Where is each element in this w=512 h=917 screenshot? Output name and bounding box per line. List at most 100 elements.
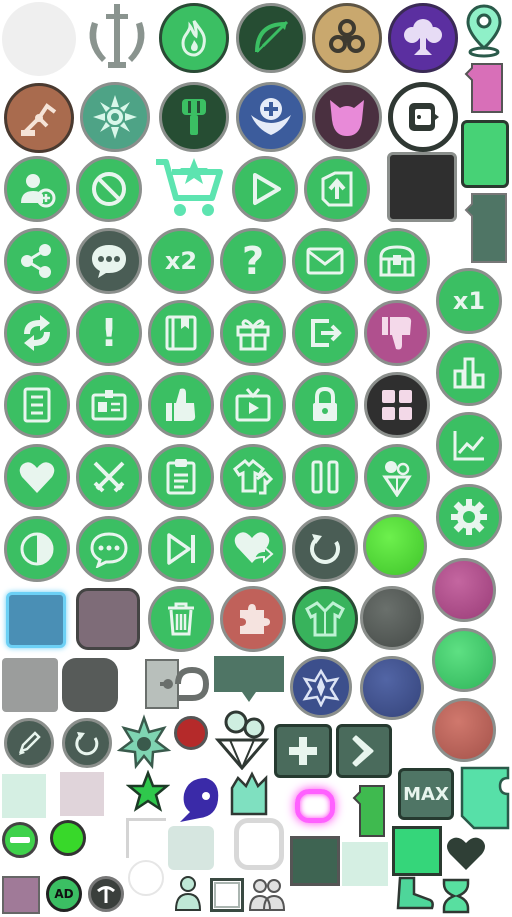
mauve-square-tile [76,588,140,650]
reset-icon[interactable] [292,516,358,582]
add-plus-button[interactable] [274,724,332,778]
shirt-icon[interactable] [292,586,358,652]
map-pin-icon [462,2,506,58]
red-record-dot [174,716,208,750]
shield-cross-icon[interactable] [236,82,306,152]
friends-group-icon [248,874,286,914]
robot-arm-icon[interactable] [4,83,74,153]
ad-badge-icon: AD [46,876,82,912]
mint-square-tile [2,774,46,818]
message-icon[interactable] [76,516,142,582]
pause-icon[interactable] [292,444,358,510]
edit-pencil-icon[interactable] [4,718,54,768]
boot-icon [392,876,436,914]
help-icon[interactable]: ? [220,228,286,294]
thumbs-down-icon[interactable] [364,300,430,366]
task-list-icon[interactable] [4,372,70,438]
dark-square-panel [387,152,457,222]
lock-icon[interactable] [292,372,358,438]
green-star-icon [126,770,170,814]
clipboard-icon[interactable] [148,444,214,510]
crossed-swords-icon[interactable] [76,444,142,510]
chat-bubble-icon[interactable] [76,228,142,294]
gray-square-tile [2,658,58,712]
heart-icon[interactable] [4,444,70,510]
fire-icon[interactable] [159,3,229,73]
journal-book-icon[interactable] [148,300,214,366]
share-heart-icon[interactable] [220,516,286,582]
upgrade-arrow-icon[interactable] [304,156,370,222]
leaderboard-icon[interactable] [436,340,502,406]
undo-icon[interactable] [62,718,112,768]
dark-heart-icon [444,834,488,874]
gift-icon[interactable] [220,300,286,366]
line-chart-icon[interactable] [436,412,502,478]
sword-laurel-icon [80,0,154,76]
max-label: MAX [403,783,449,805]
guild-members-icon [170,874,206,914]
dark-gray-orb [360,586,424,650]
team-gem-icon[interactable] [364,444,430,510]
hourglass-icon [440,878,472,914]
pink-tooltip-tab [462,60,506,116]
trash-icon[interactable] [148,586,214,652]
shopping-cart-star-icon[interactable] [152,154,228,220]
alert-icon[interactable]: ! [76,300,142,366]
outfit-swap-icon[interactable] [220,444,286,510]
exit-door-icon[interactable] [388,82,458,152]
tree-icon[interactable] [388,3,458,73]
puzzle-icon[interactable] [220,586,286,652]
mail-icon[interactable] [292,228,358,294]
crown-tab-icon [228,770,270,818]
green-orb-2 [432,628,496,692]
logout-icon[interactable] [292,300,358,366]
sheriff-star-badge-icon [116,714,172,770]
pale-mint-tile [168,826,214,870]
play-icon[interactable] [232,156,298,222]
pickaxe-icon[interactable] [88,876,124,912]
tv-video-icon[interactable] [220,372,286,438]
mint-banner-tab [460,766,510,830]
treasure-chest-icon[interactable] [364,228,430,294]
x2-speed-button[interactable]: x2 [148,228,214,294]
padlock-tag-icon [142,654,210,714]
pink-orb [432,558,496,622]
blank-circle [2,2,76,76]
sun-emblem-icon[interactable] [80,82,150,152]
block-icon[interactable] [76,156,142,222]
blue-orb [360,656,424,720]
pie-chart-icon[interactable] [4,516,70,582]
devil-mask-icon[interactable] [312,82,382,152]
slate-tooltip-tab [462,190,510,266]
x1-speed-button[interactable]: x1 [436,268,502,334]
max-level-badge: MAX [398,768,454,820]
remove-minus-button[interactable] [2,822,38,858]
x2-label: x2 [164,247,198,275]
green-tooltip-tab [350,784,388,840]
skip-forward-icon[interactable] [148,516,214,582]
id-card-icon[interactable] [76,372,142,438]
add-user-icon[interactable] [4,156,70,222]
selected-blue-tile[interactable] [6,592,66,648]
selection-frame [210,878,244,912]
settings-gear-icon[interactable] [436,484,502,550]
crystal-emblem-icon[interactable] [290,656,352,718]
bracket-frame-outline [126,818,166,858]
bow-icon[interactable] [236,3,306,73]
purple-ghost-icon [176,772,226,824]
refresh-swap-icon[interactable] [4,300,70,366]
biohazard-icon[interactable] [312,3,382,73]
share-icon[interactable] [4,228,70,294]
green-status-dot [50,820,86,856]
pale-pink-square-tile [60,772,104,816]
red-orb [432,698,496,762]
team-diamond-icon [210,708,274,770]
x1-label: x1 [452,287,486,315]
grid-menu-icon[interactable] [364,372,430,438]
next-arrow-button[interactable] [336,724,392,778]
thumbs-up-icon[interactable] [148,372,214,438]
dark-octagon-tile [62,658,118,712]
white-rounded-frame [234,818,284,870]
pink-glow-ring [290,784,340,828]
hammer-icon[interactable] [159,82,229,152]
